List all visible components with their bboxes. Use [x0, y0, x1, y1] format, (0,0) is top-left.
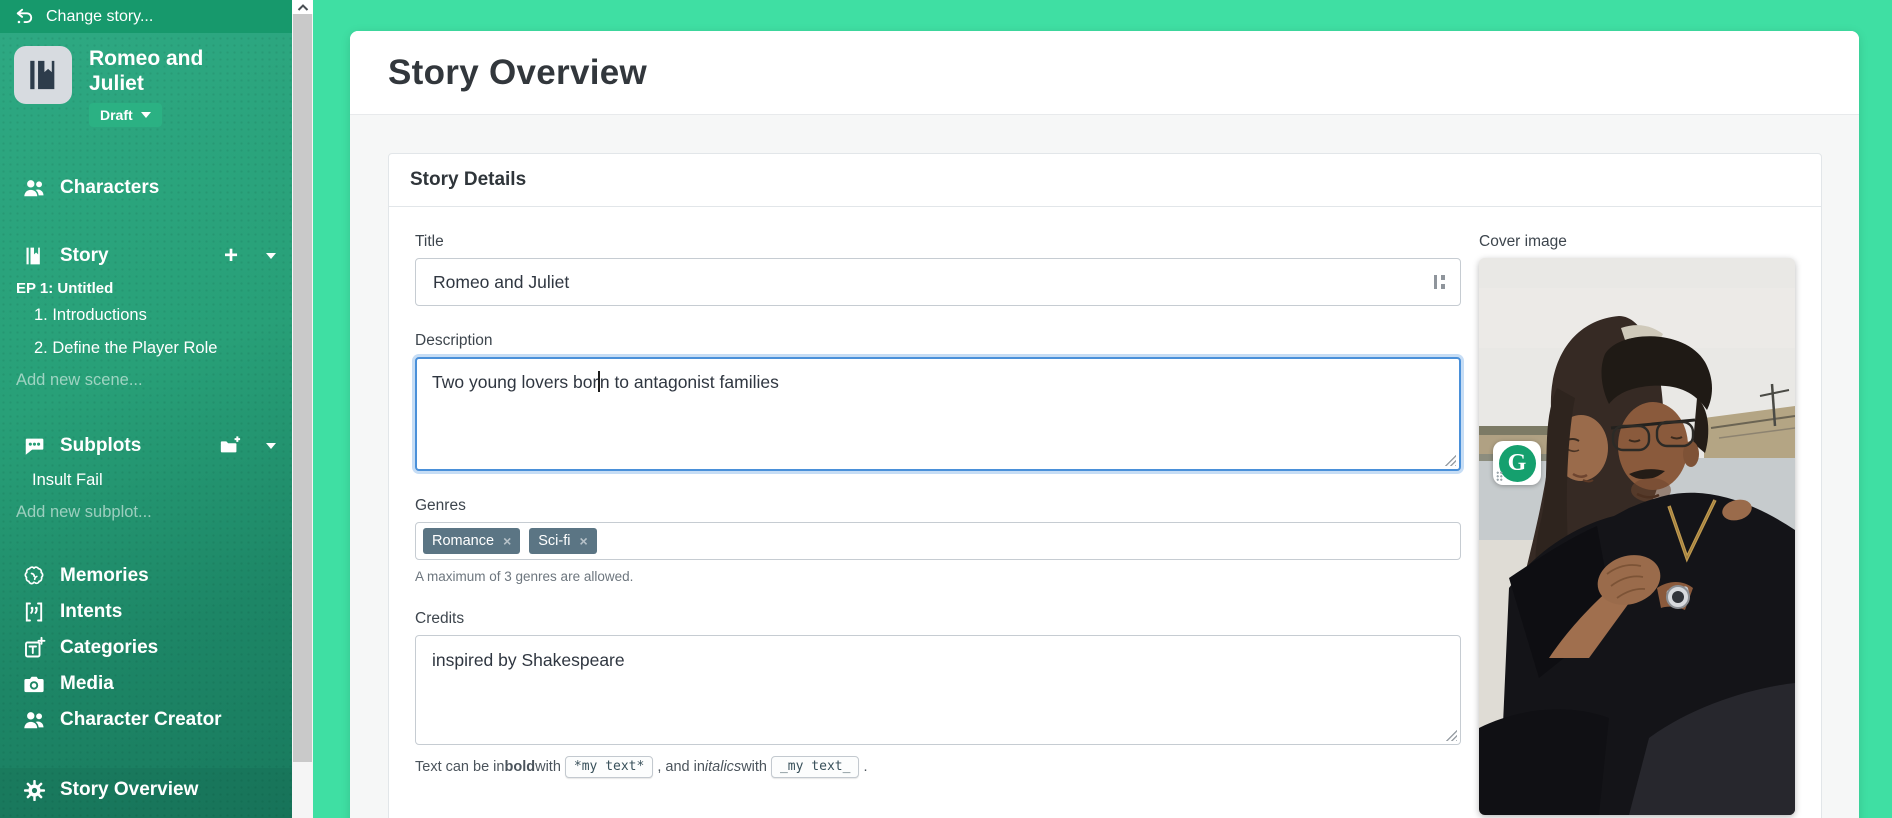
add-new-scene-link[interactable]: Add new scene... — [0, 365, 292, 396]
genre-tag[interactable]: Sci-fi × — [529, 528, 596, 554]
sidebar-item-label: Media — [60, 673, 114, 695]
sidebar-item-label: Memories — [60, 565, 149, 587]
categories-text-icon — [22, 636, 46, 660]
cover-image-label: Cover image — [1479, 233, 1795, 251]
characters-icon — [22, 176, 46, 200]
description-textarea[interactable]: Two young lovers born to antagonist fami… — [415, 357, 1461, 471]
intents-quote-icon — [22, 600, 46, 624]
sidebar-item-label: Subplots — [60, 435, 141, 457]
genre-tag[interactable]: Romance × — [423, 528, 520, 554]
sidebar-item-label: Intents — [60, 601, 122, 623]
sidebar-item-categories[interactable]: Categories — [0, 630, 292, 666]
memories-brain-icon — [22, 564, 46, 588]
change-story-undo-icon — [12, 5, 36, 29]
story-identity: Romeo and Juliet Draft — [14, 46, 249, 127]
scene-item-2[interactable]: 2. Define the Player Role — [0, 332, 292, 365]
story-logo[interactable] — [14, 46, 72, 104]
credits-text: inspired by Shakespeare — [432, 650, 625, 670]
scene-item-1[interactable]: 1. Introductions — [0, 299, 292, 332]
sidebar-item-label: Character Creator — [60, 709, 222, 731]
chevron-down-icon — [141, 112, 151, 118]
sidebar-item-memories[interactable]: Memories — [0, 558, 292, 594]
scrollbar-thumb[interactable] — [293, 14, 312, 762]
change-story-button[interactable]: Change story... — [0, 0, 292, 33]
story-details-card: Story Details Title — [388, 153, 1822, 818]
description-text: Two young lovers bor — [432, 372, 598, 392]
sidebar: Change story... Romeo and Juliet Draft — [0, 0, 292, 818]
sidebar-item-label: Categories — [60, 637, 158, 659]
cover-image-group: Cover image — [1479, 233, 1795, 815]
description-label: Description — [415, 332, 1461, 350]
sidebar-story-title: Romeo and Juliet — [89, 46, 249, 96]
chevron-down-icon[interactable] — [266, 443, 276, 449]
story-book-icon — [22, 244, 46, 268]
remove-tag-icon[interactable]: × — [503, 534, 511, 548]
resize-handle[interactable] — [1445, 729, 1457, 741]
status-badge[interactable]: Draft — [89, 103, 162, 127]
book-logo-icon — [26, 57, 60, 93]
cover-photo-couple — [1479, 258, 1795, 815]
chevron-down-icon[interactable] — [266, 253, 276, 259]
subplots-bubble-icon — [22, 434, 46, 458]
description-text: n to antagonist families — [600, 372, 779, 392]
sidebar-item-story-overview[interactable]: Story Overview — [0, 768, 292, 818]
sidebar-item-intents[interactable]: Intents — [0, 594, 292, 630]
title-label: Title — [415, 233, 1461, 251]
genre-tag-label: Sci-fi — [538, 533, 570, 549]
sidebar-scrollbar[interactable] — [292, 0, 313, 818]
sidebar-item-label: Story — [60, 245, 109, 267]
sidebar-item-media[interactable]: Media — [0, 666, 292, 702]
text-stats-icon[interactable] — [1434, 274, 1448, 290]
genre-tag-label: Romance — [432, 533, 494, 549]
grammarly-widget[interactable]: G — [1493, 441, 1541, 485]
media-camera-icon — [22, 672, 46, 696]
sidebar-item-label: Characters — [60, 177, 159, 199]
genres-field-group: Genres Romance × Sci-fi × A maximum of — [415, 497, 1461, 584]
gear-icon — [22, 778, 46, 802]
genres-label: Genres — [415, 497, 1461, 515]
grammarly-icon: G — [1499, 445, 1536, 482]
story-section: Story + EP 1: Untitled 1. Introductions … — [0, 238, 292, 396]
scroll-up-arrow-icon[interactable] — [292, 0, 313, 14]
subplot-item[interactable]: Insult Fail — [0, 464, 292, 497]
credits-label: Credits — [415, 610, 1461, 628]
drag-handle-dots-icon[interactable] — [1496, 471, 1503, 481]
formatting-help-text: Text can be in bold with *my text*, and … — [415, 756, 1461, 778]
cover-image[interactable]: G — [1479, 258, 1795, 815]
credits-field-group: Credits inspired by Shakespeare Text can… — [415, 610, 1461, 778]
add-folder-icon[interactable] — [218, 434, 242, 458]
character-creator-icon — [22, 708, 46, 732]
add-new-subplot-link[interactable]: Add new subplot... — [0, 497, 292, 528]
status-badge-label: Draft — [100, 107, 133, 123]
sidebar-item-characters[interactable]: Characters — [0, 170, 292, 206]
italic-syntax-chip: _my text_ — [771, 756, 859, 778]
main-area: Story Overview Story Details Title — [313, 0, 1892, 818]
genres-helper-text: A maximum of 3 genres are allowed. — [415, 569, 1461, 584]
credits-textarea[interactable]: inspired by Shakespeare — [415, 635, 1461, 745]
page-header: Story Overview — [350, 31, 1859, 115]
sidebar-item-character-creator[interactable]: Character Creator — [0, 702, 292, 738]
subplots-section: Subplots Insult Fail Add new subplot... — [0, 428, 292, 528]
title-input[interactable] — [415, 258, 1461, 306]
sidebar-item-subplots[interactable]: Subplots — [0, 428, 292, 464]
remove-tag-icon[interactable]: × — [579, 534, 587, 548]
episode-label[interactable]: EP 1: Untitled — [0, 274, 292, 299]
sidebar-item-story[interactable]: Story + — [0, 238, 292, 274]
page-title: Story Overview — [388, 53, 647, 93]
bold-syntax-chip: *my text* — [565, 756, 653, 778]
content-panel: Story Overview Story Details Title — [350, 31, 1859, 818]
description-field-group: Description Two young lovers born to ant… — [415, 332, 1461, 471]
resize-handle[interactable] — [1444, 454, 1456, 466]
change-story-label: Change story... — [46, 8, 153, 26]
sidebar-item-label: Story Overview — [60, 779, 198, 801]
add-episode-icon[interactable]: + — [224, 246, 238, 266]
title-field-group: Title — [415, 233, 1461, 306]
card-title: Story Details — [389, 154, 1821, 207]
genres-input[interactable]: Romance × Sci-fi × — [415, 522, 1461, 560]
tools-section: Memories Intents — [0, 558, 292, 738]
